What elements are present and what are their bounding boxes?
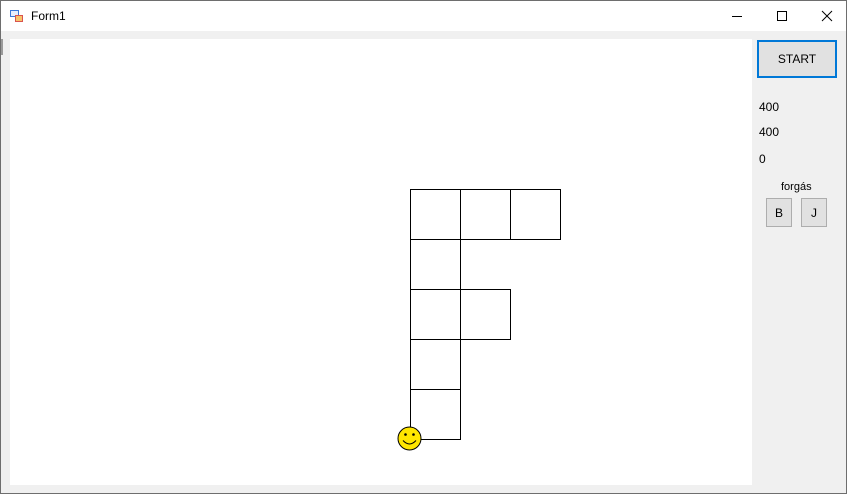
drawn-square (460, 189, 511, 240)
drawn-square (410, 239, 461, 290)
start-button[interactable]: START (757, 40, 837, 78)
maximize-icon (777, 11, 787, 21)
y-value-label: 400 (759, 125, 780, 139)
drawn-square (460, 289, 511, 340)
close-icon (821, 10, 833, 22)
drawing-canvas[interactable] (10, 39, 752, 485)
rotate-left-button[interactable]: B (766, 198, 792, 227)
minimize-button[interactable] (714, 1, 760, 31)
rotation-label: forgás (781, 181, 812, 193)
winforms-app-icon (10, 10, 23, 22)
window-title: Form1 (31, 9, 66, 23)
title-bar[interactable]: Form1 (1, 1, 846, 31)
turtle-drawing (397, 189, 561, 451)
form-edge-mark (1, 39, 3, 55)
drawn-square (410, 189, 461, 240)
drawn-square (410, 289, 461, 340)
close-button[interactable] (804, 1, 847, 31)
smiley-face-icon (397, 426, 422, 451)
app-window: Form1 START 400 400 0 forgás B J (0, 0, 847, 494)
maximize-button[interactable] (759, 1, 805, 31)
x-value-label: 400 (759, 100, 780, 114)
minimize-icon (732, 16, 742, 17)
rotate-right-button[interactable]: J (801, 198, 827, 227)
drawn-square (410, 339, 461, 390)
drawn-square (510, 189, 561, 240)
angle-value-label: 0 (759, 152, 766, 166)
